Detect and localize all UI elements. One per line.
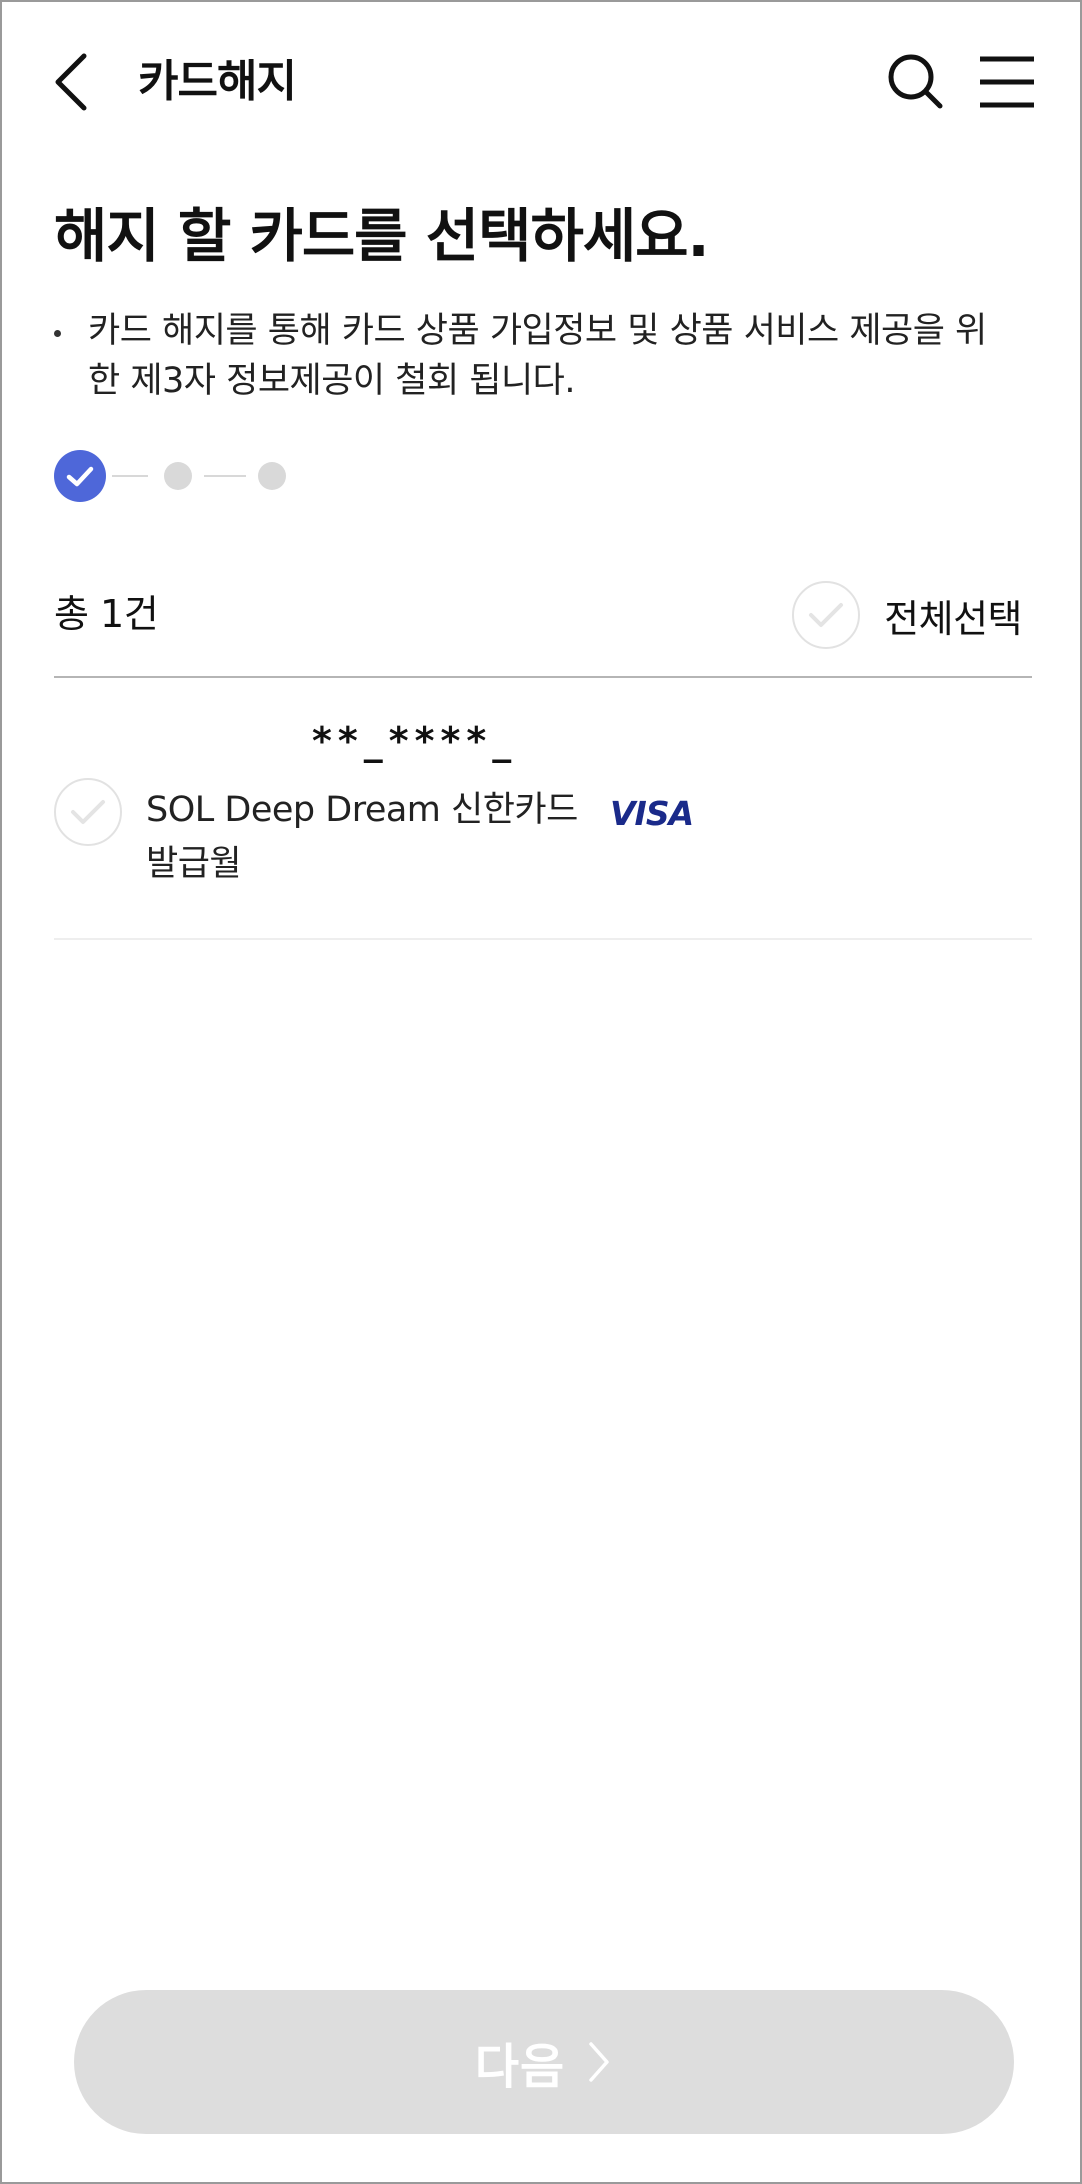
select-all-toggle[interactable]: 전체선택 bbox=[792, 580, 1022, 650]
search-button[interactable] bbox=[886, 52, 946, 112]
back-button[interactable] bbox=[48, 50, 98, 114]
check-icon bbox=[71, 800, 105, 824]
next-button[interactable]: 다음 bbox=[74, 1990, 1014, 2134]
progress-stepper bbox=[54, 450, 314, 502]
select-all-label: 전체선택 bbox=[884, 596, 1022, 641]
total-count: 총 1건 bbox=[54, 592, 159, 636]
top-app-bar: 카드해지 bbox=[2, 2, 1080, 162]
select-all-checkbox[interactable] bbox=[792, 581, 861, 649]
chevron-right-icon bbox=[589, 2042, 609, 2082]
search-icon bbox=[888, 54, 943, 109]
notice: 카드 해지를 통해 카드 상품 가입정보 및 상품 서비스 제공을 위한 제3자… bbox=[54, 306, 1014, 406]
card-name: SOL Deep Dream 신한카드 bbox=[146, 790, 578, 830]
visa-logo-icon: VISA bbox=[610, 794, 694, 833]
step-connector bbox=[204, 475, 246, 477]
divider bbox=[54, 676, 1032, 678]
check-icon bbox=[809, 603, 844, 627]
card-list-item[interactable]: **_****_ SOL Deep Dream 신한카드 VISA 발급월 bbox=[54, 702, 1032, 938]
count-row: 총 1건 전체선택 bbox=[54, 578, 1032, 668]
card-issue-month: 발급월 bbox=[146, 844, 242, 884]
divider bbox=[54, 938, 1032, 940]
step-3-pending bbox=[258, 462, 286, 490]
card-masked-number: **_****_ bbox=[312, 719, 518, 763]
menu-button[interactable] bbox=[978, 54, 1036, 110]
step-1-complete bbox=[54, 450, 106, 502]
app-frame: 카드해지 해지 할 카드를 선택하세요. 카드 해지를 통해 카드 상품 가입정… bbox=[0, 0, 1082, 2184]
hamburger-menu-icon bbox=[980, 56, 1034, 108]
next-button-label: 다음 bbox=[474, 2041, 566, 2094]
bullet-icon bbox=[54, 330, 61, 337]
check-icon bbox=[66, 466, 94, 487]
chevron-left-icon bbox=[55, 53, 87, 111]
headline: 해지 할 카드를 선택하세요. bbox=[54, 202, 710, 270]
step-connector bbox=[112, 475, 148, 477]
step-2-pending bbox=[164, 462, 192, 490]
page-title: 카드해지 bbox=[138, 56, 297, 107]
notice-text: 카드 해지를 통해 카드 상품 가입정보 및 상품 서비스 제공을 위한 제3자… bbox=[88, 311, 987, 401]
card-checkbox[interactable] bbox=[54, 778, 122, 846]
